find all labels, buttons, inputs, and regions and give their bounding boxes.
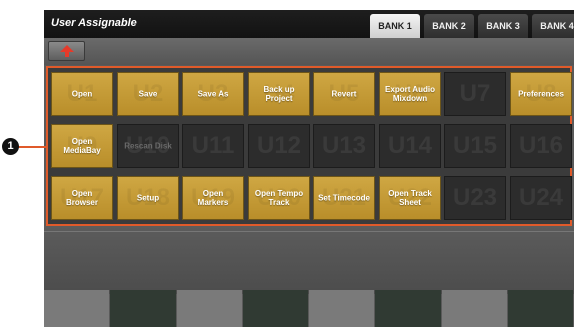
user-button-u20[interactable]: U20 Open Tempo Track <box>248 176 310 220</box>
user-button-u5[interactable]: U5 Revert <box>313 72 375 116</box>
user-button-u13[interactable]: U13 <box>313 124 375 168</box>
button-label: Preferences <box>518 89 564 99</box>
button-label: Save As <box>197 89 229 99</box>
button-label: Open Tempo Track <box>254 189 304 207</box>
user-button-u2[interactable]: U2 Save <box>117 72 179 116</box>
user-button-u11[interactable]: U11 <box>182 124 244 168</box>
button-label: Open MediaBay <box>63 137 101 155</box>
user-button-u1[interactable]: U1 Open <box>51 72 113 116</box>
user-button-u15[interactable]: U15 <box>444 124 506 168</box>
button-label: Setup <box>136 193 160 203</box>
pad-5[interactable] <box>309 290 375 327</box>
pad-4[interactable] <box>242 290 308 327</box>
button-label: Revert <box>331 89 357 99</box>
user-assignable-panel: User Assignable BANK 1 BANK 2 BANK 3 BAN… <box>44 10 574 327</box>
button-slot-id: U23 <box>452 184 498 211</box>
bottom-pads <box>44 290 574 327</box>
user-button-u17[interactable]: U17 Open Browser <box>51 176 113 220</box>
page-title: User Assignable <box>51 17 137 29</box>
callout-marker: 1 <box>2 138 19 155</box>
button-label: Open Browser <box>65 189 98 207</box>
button-label: Save <box>138 89 158 99</box>
button-label: Export Audio Mixdown <box>385 85 435 103</box>
back-button[interactable] <box>48 41 85 61</box>
button-slot-id: U14 <box>387 132 433 159</box>
toolbar <box>44 38 574 65</box>
button-slot-id: U16 <box>518 132 564 159</box>
button-slot-id: U7 <box>459 80 491 107</box>
user-button-u14[interactable]: U14 <box>379 124 441 168</box>
lower-area <box>44 226 574 294</box>
user-button-u24[interactable]: U24 <box>510 176 572 220</box>
callout-line <box>18 146 46 148</box>
user-button-u22[interactable]: U22 Open Track Sheet <box>379 176 441 220</box>
button-label: Back up Project <box>263 85 295 103</box>
user-button-u8[interactable]: U8 Preferences <box>510 72 572 116</box>
button-label: Set Timecode <box>318 193 370 203</box>
button-label: Rescan Disk <box>124 141 172 151</box>
button-slot-id: U24 <box>518 184 564 211</box>
tab-bank-4[interactable]: BANK 4 <box>532 14 574 38</box>
pad-2[interactable] <box>110 290 176 327</box>
divider <box>44 231 574 232</box>
user-button-u12[interactable]: U12 <box>248 124 310 168</box>
user-button-u19[interactable]: U19 Open Markers <box>182 176 244 220</box>
pad-1[interactable] <box>44 290 110 327</box>
tab-bank-2[interactable]: BANK 2 <box>424 14 474 38</box>
pad-3[interactable] <box>176 290 242 327</box>
user-button-u16[interactable]: U16 <box>510 124 572 168</box>
button-label: Open <box>71 89 93 99</box>
user-button-u6[interactable]: U6 Export Audio Mixdown <box>379 72 441 116</box>
pad-6[interactable] <box>375 290 441 327</box>
pad-8[interactable] <box>507 290 573 327</box>
tab-bank-3[interactable]: BANK 3 <box>478 14 528 38</box>
user-button-u21[interactable]: U21 Set Timecode <box>313 176 375 220</box>
user-button-grid-highlight: U1 Open U2 Save U3 Save As U4 Back up Project U5… <box>46 66 572 226</box>
user-button-u10[interactable]: U10 Rescan Disk <box>117 124 179 168</box>
bank-tabs: BANK 1 BANK 2 BANK 3 BANK 4 <box>370 14 574 38</box>
user-button-u9[interactable]: U9 Open MediaBay <box>51 124 113 168</box>
button-slot-id: U12 <box>256 132 302 159</box>
tab-bank-1[interactable]: BANK 1 <box>370 14 420 38</box>
button-slot-id: U15 <box>452 132 498 159</box>
user-button-u23[interactable]: U23 <box>444 176 506 220</box>
button-label: Open Markers <box>197 189 229 207</box>
button-slot-id: U11 <box>191 132 235 159</box>
header-bar: User Assignable BANK 1 BANK 2 BANK 3 BAN… <box>44 10 574 38</box>
up-arrow-icon <box>60 45 74 57</box>
user-button-u3[interactable]: U3 Save As <box>182 72 244 116</box>
button-label: Open Track Sheet <box>388 189 432 207</box>
user-button-u18[interactable]: U18 Setup <box>117 176 179 220</box>
user-button-u7[interactable]: U7 <box>444 72 506 116</box>
button-slot-id: U13 <box>321 132 367 159</box>
pad-7[interactable] <box>441 290 507 327</box>
user-button-u4[interactable]: U4 Back up Project <box>248 72 310 116</box>
